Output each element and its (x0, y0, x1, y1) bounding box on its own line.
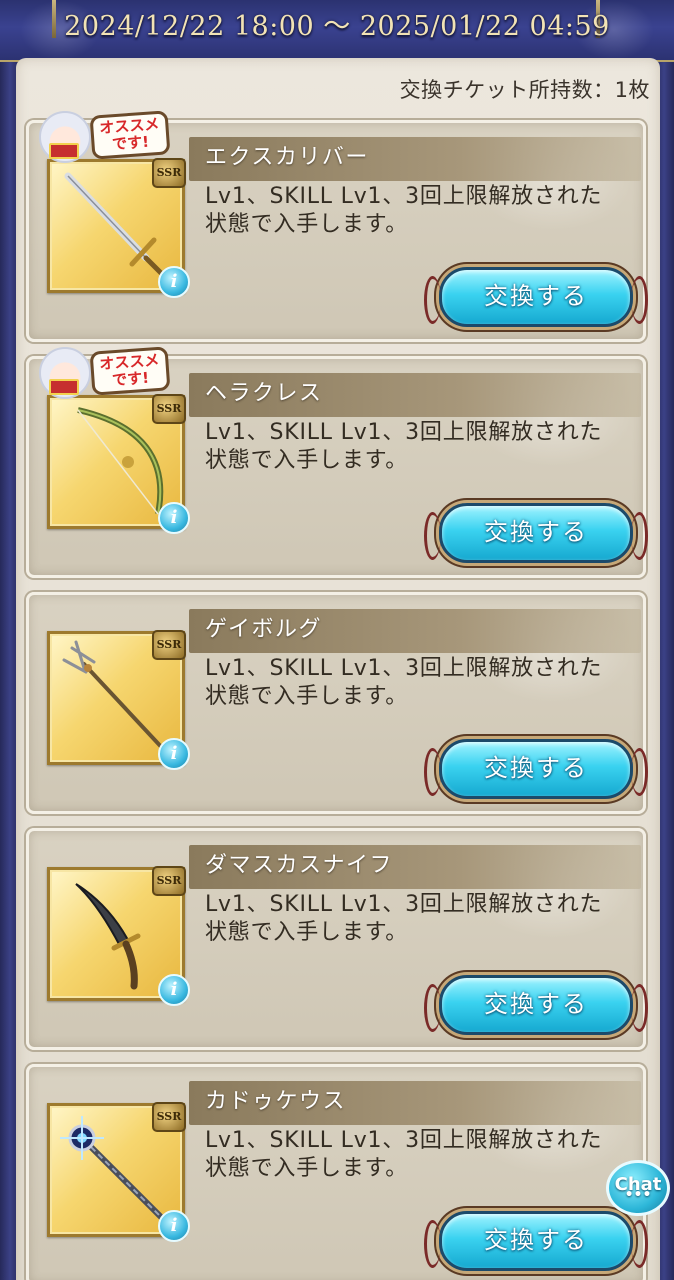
info-button[interactable]: i (158, 738, 190, 770)
recommend-bubble: オススメ です! (89, 346, 171, 396)
chat-dots: ••• (624, 1187, 652, 1203)
event-banner: 2024/12/22 18:00 〜 2025/01/22 04:59 (0, 0, 674, 62)
item-name: カドゥケウス (205, 1089, 347, 1114)
recommend-badge: オススメ です! (35, 346, 175, 401)
ticket-count: 交換チケット所持数：1枚 (399, 78, 650, 102)
event-period: 2024/12/22 18:00 〜 2025/01/22 04:59 (64, 11, 610, 42)
item-card: ヘラクレス Lv1、SKILL Lv1、3回上限解放された状態で入手します。 SSR… (26, 346, 648, 578)
item-card: カドゥケウス Lv1、SKILL Lv1、3回上限解放された状態で入手します。 SS… (26, 1064, 648, 1280)
item-name: ヘラクレス (205, 381, 323, 406)
recommend-badge: オススメ です! (35, 110, 175, 165)
chat-button[interactable]: Chat ••• (606, 1160, 670, 1216)
exchange-button[interactable]: 交換する (424, 739, 648, 799)
ssr-badge: SSR (152, 630, 186, 660)
item-description: Lv1、SKILL Lv1、3回上限解放された状態で入手します。 (205, 420, 603, 473)
info-button[interactable]: i (158, 974, 190, 1006)
recommend-bubble: オススメ です! (89, 110, 171, 160)
book-icon (49, 143, 79, 159)
item-description: Lv1、SKILL Lv1、3回上限解放された状態で入手します。 (205, 656, 603, 709)
info-button[interactable]: i (158, 1210, 190, 1242)
exchange-button[interactable]: 交換する (424, 1211, 648, 1271)
recommend-text: オススメ です! (98, 114, 160, 154)
item-description: Lv1、SKILL Lv1、3回上限解放された状態で入手します。 (205, 892, 603, 945)
exchange-button[interactable]: 交換する (424, 503, 648, 563)
item-name: ゲイボルグ (205, 617, 323, 642)
recommend-text: オススメ です! (98, 350, 160, 390)
ssr-badge: SSR (152, 1102, 186, 1132)
exchange-button[interactable]: 交換する (424, 267, 648, 327)
ssr-badge: SSR (152, 866, 186, 896)
item-thumbnail[interactable]: SSR i (47, 394, 190, 534)
exchange-page: 2024/12/22 18:00 〜 2025/01/22 04:59 交換チケ… (0, 0, 674, 1280)
item-card: エクスカリバー Lv1、SKILL Lv1、3回上限解放された状態で入手します。 S… (26, 110, 648, 342)
item-description: Lv1、SKILL Lv1、3回上限解放された状態で入手します。 (205, 184, 603, 237)
item-thumbnail[interactable]: SSR i (47, 1102, 190, 1242)
item-name: エクスカリバー (205, 145, 369, 170)
item-card: ゲイボルグ Lv1、SKILL Lv1、3回上限解放された状態で入手します。 SSR… (26, 592, 648, 814)
item-thumbnail[interactable]: SSR i (47, 866, 190, 1006)
item-thumbnail[interactable]: SSR i (47, 630, 190, 770)
info-button[interactable]: i (158, 502, 190, 534)
book-icon (49, 379, 79, 395)
exchange-button[interactable]: 交換する (424, 975, 648, 1035)
item-thumbnail[interactable]: SSR i (47, 158, 190, 298)
item-description: Lv1、SKILL Lv1、3回上限解放された状態で入手します。 (205, 1128, 603, 1181)
item-card: ダマスカスナイフ Lv1、SKILL Lv1、3回上限解放された状態で入手します。… (26, 828, 648, 1050)
item-name: ダマスカスナイフ (205, 853, 394, 878)
info-button[interactable]: i (158, 266, 190, 298)
